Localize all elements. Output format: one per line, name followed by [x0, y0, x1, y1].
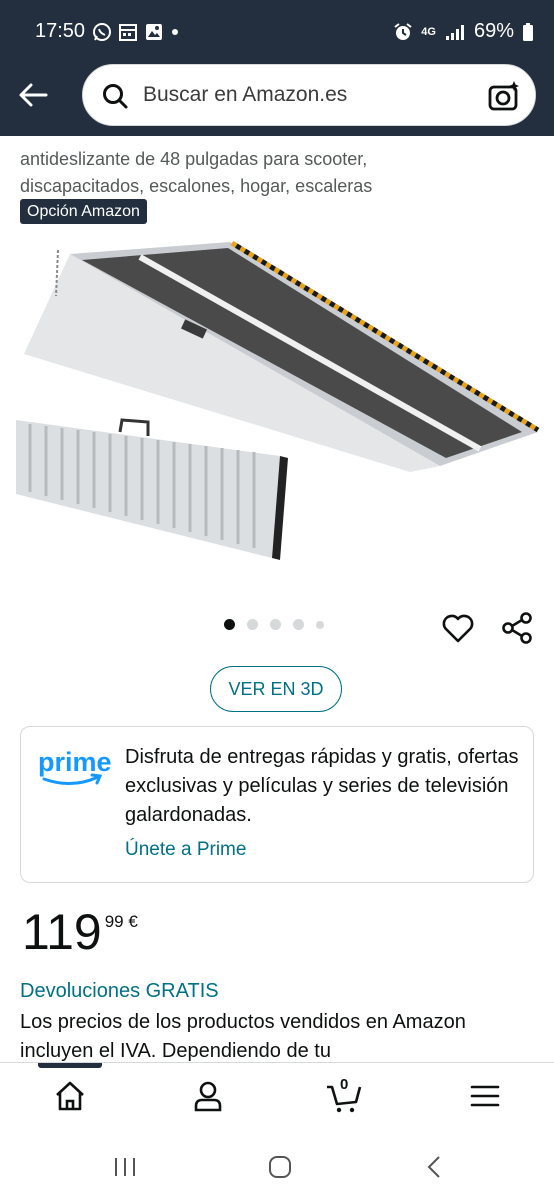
- carousel-dot[interactable]: [224, 619, 235, 630]
- price-whole: 119: [22, 904, 102, 960]
- view-3d-button[interactable]: VER EN 3D: [210, 666, 342, 712]
- amazon-choice-badge: Opción Amazon: [20, 199, 147, 224]
- search-input[interactable]: Buscar en Amazon.es: [143, 83, 347, 107]
- battery-percent: 69%: [473, 20, 514, 42]
- tax-info-text: Los precios de los productos vendidos en…: [20, 1011, 466, 1062]
- battery-icon: [523, 22, 533, 41]
- system-nav-bar: [0, 1132, 554, 1200]
- recent-apps-icon[interactable]: [110, 1152, 140, 1182]
- image-carousel-dots[interactable]: [224, 619, 324, 630]
- calendar-icon: [119, 24, 137, 41]
- whatsapp-icon: [93, 23, 111, 41]
- product-title-line-1: antideslizante de 48 pulgadas para scoot…: [20, 149, 368, 169]
- prime-description: Disfruta de entregas rápidas y gratis, o…: [125, 746, 519, 826]
- heart-icon[interactable]: [441, 611, 475, 645]
- product-title: antideslizante de 48 pulgadas para scoot…: [20, 136, 540, 200]
- status-time: 17:50: [35, 20, 86, 42]
- carousel-dot[interactable]: [247, 619, 258, 630]
- prime-promo-card[interactable]: prime Disfruta de entregas rápidas y gra…: [20, 726, 534, 883]
- product-image[interactable]: [10, 236, 544, 576]
- back-button-icon[interactable]: [420, 1152, 450, 1182]
- account-icon[interactable]: [190, 1078, 226, 1114]
- free-returns-link[interactable]: Devoluciones GRATIS: [20, 980, 219, 1003]
- product-title-line-2: discapacitados, escalones, hogar, escale…: [20, 176, 373, 196]
- search-icon: [103, 84, 128, 109]
- menu-icon[interactable]: [467, 1078, 503, 1114]
- gallery-icon: [146, 24, 162, 40]
- alarm-icon: [394, 22, 412, 40]
- price-fraction: 99 €: [104, 912, 138, 931]
- dot-icon: [172, 29, 178, 35]
- carousel-dot[interactable]: [316, 620, 324, 629]
- header: Buscar en Amazon.es: [0, 64, 554, 136]
- search-box[interactable]: Buscar en Amazon.es: [82, 64, 536, 126]
- home-button-icon[interactable]: [265, 1152, 295, 1182]
- carousel-dot[interactable]: [270, 619, 281, 630]
- svg-text:prime: prime: [38, 747, 112, 777]
- camera-lens-icon[interactable]: [487, 79, 521, 113]
- notification-icons: [92, 22, 180, 42]
- prime-logo-icon: prime: [38, 747, 112, 785]
- home-icon[interactable]: [52, 1078, 88, 1114]
- share-icon[interactable]: [499, 610, 535, 646]
- system-status: 4G 69%: [393, 20, 534, 43]
- signal-icon: [445, 24, 464, 40]
- network-label: 4G: [421, 25, 436, 38]
- join-prime-link[interactable]: Únete a Prime: [125, 839, 246, 861]
- product-price: 119 99 €: [22, 902, 138, 962]
- cart-count: 0: [340, 1076, 349, 1093]
- carousel-dot[interactable]: [293, 619, 304, 630]
- active-tab-indicator: [38, 1063, 102, 1068]
- status-bar: 17:50 4G 69%: [0, 0, 554, 64]
- back-arrow-icon[interactable]: [16, 78, 50, 112]
- bottom-nav: 0: [0, 1062, 554, 1132]
